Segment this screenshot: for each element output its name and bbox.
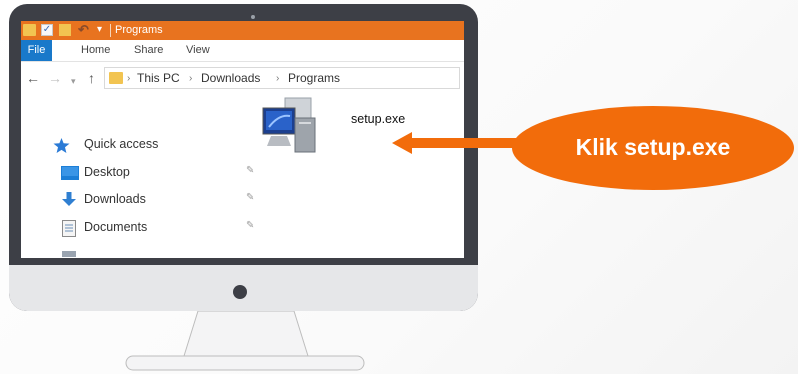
power-button	[233, 285, 247, 299]
folder-icon[interactable]	[23, 24, 36, 36]
callout-arrow	[392, 132, 522, 154]
tab-home[interactable]: Home	[81, 40, 110, 61]
properties-icon[interactable]: ✓	[41, 24, 53, 36]
camera-dot	[251, 15, 255, 19]
pin-icon[interactable]: ✎	[246, 192, 254, 203]
ribbon-tabs: File Home Share View	[21, 40, 464, 62]
navigation-bar: ← → ▾ ↑ › This PC › Downloads › Programs	[21, 62, 464, 95]
back-arrow-icon[interactable]: ←	[26, 70, 40, 86]
callout-text: Klik setup.exe	[575, 134, 731, 160]
breadcrumb-downloads[interactable]: Downloads	[201, 71, 260, 85]
breadcrumb-separator: ›	[276, 73, 280, 84]
file-item-setup[interactable]: setup.exe	[257, 96, 447, 166]
breadcrumb-separator: ›	[189, 73, 193, 84]
pin-icon[interactable]: ✎	[246, 165, 254, 176]
pin-icon[interactable]: ✎	[246, 220, 254, 231]
title-separator	[110, 24, 111, 37]
sidebar-item-label: Desktop	[84, 165, 130, 179]
document-icon	[62, 220, 76, 237]
desktop-icon	[61, 166, 79, 180]
sidebar-item-partial	[62, 251, 76, 257]
tab-view[interactable]: View	[186, 40, 210, 61]
folder-icon	[109, 72, 123, 84]
instruction-callout: Klik setup.exe	[512, 106, 794, 190]
breadcrumb-separator: ›	[127, 73, 131, 84]
quick-access-dropdown-icon[interactable]: ▾	[97, 24, 107, 36]
address-bar[interactable]: › This PC › Downloads › Programs	[104, 67, 460, 89]
window-title: Programs	[115, 24, 163, 36]
up-arrow-icon[interactable]: ↑	[88, 70, 95, 86]
computer-setup-icon	[262, 97, 316, 153]
recent-locations-icon[interactable]: ▾	[71, 73, 76, 89]
file-name: setup.exe	[351, 112, 406, 126]
sidebar-item-label: Quick access	[84, 137, 159, 151]
sidebar-item-label: Documents	[84, 220, 148, 234]
monitor-stand	[125, 311, 365, 371]
star-icon	[53, 138, 70, 153]
download-arrow-icon	[62, 192, 76, 206]
new-folder-icon[interactable]	[59, 24, 71, 36]
tab-share[interactable]: Share	[134, 40, 163, 61]
breadcrumb-programs[interactable]: Programs	[288, 71, 340, 85]
sidebar-item-label: Downloads	[84, 192, 146, 206]
breadcrumb-this-pc[interactable]: This PC	[137, 71, 180, 85]
undo-icon[interactable]: ↶	[78, 23, 92, 36]
tab-file[interactable]: File	[21, 40, 52, 61]
forward-arrow-icon[interactable]: →	[48, 70, 62, 86]
title-bar: ✓ ↶ ▾ Programs	[21, 21, 464, 40]
